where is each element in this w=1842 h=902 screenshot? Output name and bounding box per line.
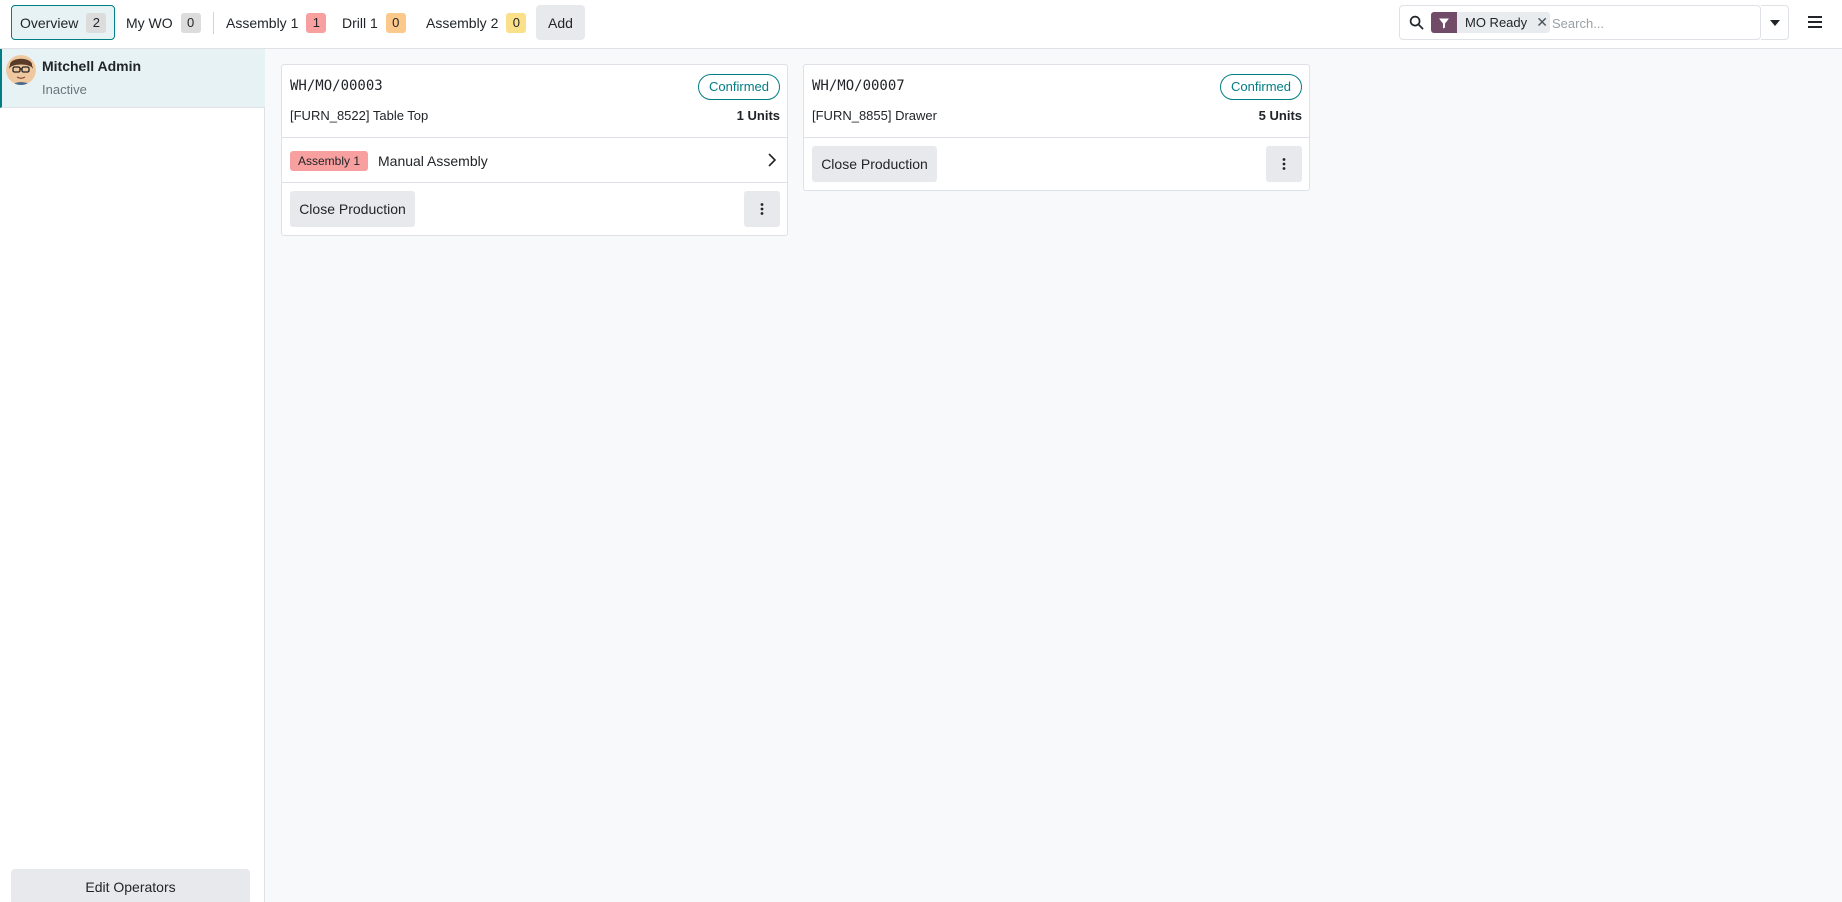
facet-remove-icon[interactable]: ✕: [1534, 12, 1550, 33]
operator-name: Mitchell Admin: [42, 58, 142, 74]
status-badge: Confirmed: [1220, 74, 1302, 100]
tab-label: Drill 1: [342, 14, 378, 31]
facet-label: MO Ready: [1465, 15, 1528, 30]
search-bar: MO Ready ✕: [1399, 5, 1761, 40]
operator-status: Inactive: [42, 82, 87, 97]
close-production-button[interactable]: Close Production: [812, 146, 937, 182]
kebab-icon: [1282, 158, 1286, 170]
filter-icon: [1431, 12, 1457, 33]
product-quantity: 1 Units: [736, 108, 780, 123]
product-name: [FURN_8855] Drawer: [812, 108, 937, 123]
chevron-right-icon: [768, 153, 777, 167]
more-options-button[interactable]: [1266, 146, 1302, 182]
add-workcenter-button[interactable]: Add: [536, 5, 585, 40]
card-title[interactable]: WH/MO/00003: [290, 78, 383, 94]
tab-count-badge: 0: [180, 12, 201, 33]
operator-item[interactable]: Mitchell Admin Inactive: [0, 49, 265, 108]
workorder-row[interactable]: Assembly 1 Manual Assembly: [282, 138, 787, 182]
production-card: WH/MO/00007 Confirmed [FURN_8855] Drawer…: [803, 64, 1310, 191]
kebab-icon: [760, 203, 764, 215]
search-input[interactable]: [1552, 12, 1742, 34]
search-icon[interactable]: [1409, 15, 1424, 30]
tab-count-badge: 1: [306, 12, 327, 33]
more-options-button[interactable]: [744, 191, 780, 227]
avatar: [6, 55, 36, 85]
workcenter-badge: Assembly 1: [290, 151, 369, 171]
divider: [282, 182, 787, 183]
tab-count-badge: 2: [86, 12, 107, 33]
product-name: [FURN_8522] Table Top: [290, 108, 429, 123]
tab-label: Assembly 1: [226, 14, 299, 31]
edit-operators-button[interactable]: Edit Operators: [11, 869, 250, 902]
card-title[interactable]: WH/MO/00007: [812, 78, 905, 94]
tab-label: Assembly 2: [426, 14, 499, 31]
status-badge: Confirmed: [698, 74, 780, 100]
tab-assembly-2[interactable]: Assembly 2 0: [418, 5, 534, 40]
hamburger-icon: [1808, 16, 1822, 28]
tab-overview[interactable]: Overview 2: [11, 5, 116, 40]
tab-label: Overview: [20, 14, 79, 31]
search-options-toggle[interactable]: [1761, 5, 1789, 40]
production-card: WH/MO/00003 Confirmed [FURN_8522] Table …: [281, 64, 788, 236]
tab-label: My WO: [126, 14, 173, 31]
caret-down-icon: [1769, 19, 1780, 26]
top-bar: Overview 2 My WO 0 Assembly 1 1 Drill 1 …: [0, 0, 1842, 49]
tab-count-badge: 0: [385, 12, 406, 33]
tab-count-badge: 0: [506, 12, 527, 33]
menu-button[interactable]: [1803, 10, 1827, 34]
tab-divider: [213, 12, 214, 34]
close-production-button[interactable]: Close Production: [290, 191, 415, 227]
divider: [804, 137, 1309, 138]
tab-drill-1[interactable]: Drill 1 0: [334, 5, 414, 40]
tab-assembly-1[interactable]: Assembly 1 1: [218, 5, 334, 40]
search-facet: MO Ready ✕: [1431, 12, 1551, 33]
product-quantity: 5 Units: [1258, 108, 1302, 123]
operators-sidebar: Mitchell Admin Inactive Edit Operators: [0, 49, 265, 902]
workorder-name: Manual Assembly: [378, 153, 488, 169]
tab-my-wo[interactable]: My WO 0: [118, 5, 209, 40]
